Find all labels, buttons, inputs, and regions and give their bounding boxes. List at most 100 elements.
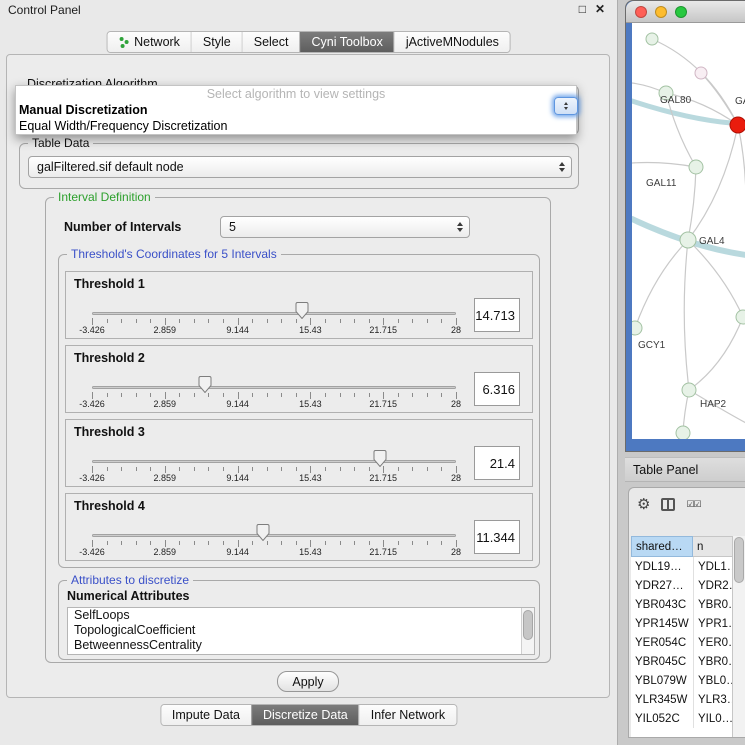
network-graph[interactable]: GAL80GAGAL11GAL4GCY1HAP2 xyxy=(632,23,745,439)
close-traffic-light[interactable] xyxy=(635,6,647,18)
table-data-combobox[interactable]: galFiltered.sif default node xyxy=(28,156,572,178)
column-header-name[interactable]: n xyxy=(693,536,733,557)
slider-thumb[interactable] xyxy=(257,524,270,541)
table-row[interactable]: YPR145WYPR1… xyxy=(631,614,733,633)
table-row[interactable]: YBR045CYBR0… xyxy=(631,652,733,671)
table-row[interactable]: YER054CYER0… xyxy=(631,633,733,652)
float-window-icon[interactable]: □ xyxy=(579,2,586,16)
algorithm-option-manual-discretization[interactable]: Manual Discretization xyxy=(16,102,576,118)
tab-select[interactable]: Select xyxy=(242,32,300,52)
table-data-legend: Table Data xyxy=(28,136,93,150)
table-panel-title: Table Panel xyxy=(633,463,698,477)
cell-name: YDR2… xyxy=(693,576,733,595)
table-scrollbar-thumb[interactable] xyxy=(734,537,744,583)
attribute-item[interactable]: TopologicalCoefficient xyxy=(68,623,534,638)
slider-thumb[interactable] xyxy=(373,450,386,467)
network-node[interactable] xyxy=(695,67,707,79)
numerical-attributes-list[interactable]: SelfLoopsTopologicalCoefficientBetweenne… xyxy=(67,607,535,655)
apply-button[interactable]: Apply xyxy=(277,671,339,692)
network-node[interactable] xyxy=(689,160,703,174)
algorithm-combo-arrows[interactable] xyxy=(554,97,578,115)
network-node[interactable] xyxy=(676,426,690,439)
threshold-value-field[interactable]: 11.344 xyxy=(474,520,520,554)
network-node[interactable] xyxy=(632,321,642,335)
scale-label: -3.426 xyxy=(79,325,105,335)
network-edge xyxy=(688,167,696,240)
attributes-scrollbar-thumb[interactable] xyxy=(523,610,533,640)
cell-shared-name: YER054C xyxy=(631,637,693,649)
threshold-box: Threshold 2-3.4262.8599.14415.4321.71528… xyxy=(65,345,533,413)
close-icon[interactable]: ✕ xyxy=(595,2,605,16)
minimize-traffic-light[interactable] xyxy=(655,6,667,18)
table-panel-window: ⚙ ☑☑ shared… n YDL19…YDL1…YDR27…YDR2…YBR… xyxy=(628,487,745,738)
table-row[interactable]: YLR345WYLR3… xyxy=(631,690,733,709)
thresholds-container: Threshold 1 -3.4262.8599.14415.4321.71528… xyxy=(59,255,539,567)
cell-shared-name: YBR043C xyxy=(631,599,693,611)
node-label: GA xyxy=(735,96,745,107)
algorithm-placeholder: Select algorithm to view settings xyxy=(16,87,576,102)
select-columns-icon[interactable]: ☑☑ xyxy=(686,499,700,510)
threshold-box: Threshold 1 -3.4262.8599.14415.4321.71528… xyxy=(65,271,533,339)
gear-icon[interactable]: ⚙ xyxy=(637,497,650,512)
cyni-toolbox-panel: Discretization Algorithm Table Data galF… xyxy=(6,54,610,698)
network-canvas[interactable]: GAL80GAGAL11GAL4GCY1HAP2 xyxy=(632,23,745,439)
network-node[interactable] xyxy=(682,383,696,397)
table-rows: YDL19…YDL1…YDR27…YDR2…YBR043CYBR0…YPR145… xyxy=(631,557,733,728)
table-toolbar: ⚙ ☑☑ xyxy=(637,494,701,514)
table-row[interactable]: YBR043CYBR0… xyxy=(631,595,733,614)
threshold-slider[interactable]: -3.4262.8599.14415.4321.71528 xyxy=(92,298,456,338)
tab-jactivemnodules[interactable]: jActiveMNodules xyxy=(394,32,510,52)
column-header-shared-name[interactable]: shared… xyxy=(631,536,693,557)
table-row[interactable]: YIL052CYIL0… xyxy=(631,709,733,728)
node-label: HAP2 xyxy=(700,399,727,410)
threshold-value-field[interactable]: 6.316 xyxy=(474,372,520,406)
table-row[interactable]: YDR27…YDR2… xyxy=(631,576,733,595)
columns-icon[interactable] xyxy=(661,498,675,511)
number-of-intervals-combobox[interactable]: 5 xyxy=(220,216,470,238)
scale-label: 28 xyxy=(451,547,461,557)
scale-label: 2.859 xyxy=(154,399,177,409)
zoom-traffic-light[interactable] xyxy=(675,6,687,18)
table-scrollbar[interactable] xyxy=(732,536,745,737)
slider-thumb[interactable] xyxy=(198,376,211,393)
slider-scale: -3.4262.8599.14415.4321.71528 xyxy=(92,325,456,336)
table-row[interactable]: YBL079WYBL0… xyxy=(631,671,733,690)
tab-label: Cyni Toolbox xyxy=(311,35,382,49)
table-data-value: galFiltered.sif default node xyxy=(37,160,184,174)
tab-style[interactable]: Style xyxy=(191,32,242,52)
attribute-item[interactable]: SelfLoops xyxy=(68,608,534,623)
network-titlebar[interactable] xyxy=(626,1,745,23)
slider-ticks xyxy=(92,465,456,473)
tab-impute-data[interactable]: Impute Data xyxy=(161,705,251,725)
threshold-value-field[interactable]: 21.4 xyxy=(474,446,520,480)
tab-label: Select xyxy=(254,35,289,49)
attribute-item[interactable]: BetweennessCentrality xyxy=(68,638,534,653)
window-title: Control Panel xyxy=(0,3,81,17)
network-node[interactable] xyxy=(730,117,745,133)
threshold-slider[interactable]: -3.4262.8599.14415.4321.71528 xyxy=(92,372,456,412)
network-edge xyxy=(635,240,688,328)
network-node[interactable] xyxy=(736,310,745,324)
threshold-label: Threshold 1 xyxy=(74,277,145,291)
table-row[interactable]: YDL19…YDL1… xyxy=(631,557,733,576)
attributes-scrollbar[interactable] xyxy=(521,608,534,654)
thresholds-group: Threshold's Coordinates for 5 Intervals … xyxy=(58,254,540,568)
scale-label: 15.43 xyxy=(299,399,322,409)
network-edge xyxy=(632,163,696,168)
tab-cyni-toolbox[interactable]: Cyni Toolbox xyxy=(299,32,393,52)
threshold-slider[interactable]: -3.4262.8599.14415.4321.71528 xyxy=(92,520,456,560)
scale-label: 21.715 xyxy=(369,399,397,409)
tab-discretize-data[interactable]: Discretize Data xyxy=(251,705,359,725)
combo-arrows-icon xyxy=(457,222,463,232)
slider-thumb[interactable] xyxy=(296,302,309,319)
algorithm-option-equal-width-frequency-discretization[interactable]: Equal Width/Frequency Discretization xyxy=(16,118,576,134)
scale-label: 28 xyxy=(451,399,461,409)
network-node[interactable] xyxy=(646,33,658,45)
slider-track xyxy=(92,312,456,315)
threshold-value-field[interactable]: 14.713 xyxy=(474,298,520,332)
threshold-slider[interactable]: -3.4262.8599.14415.4321.71528 xyxy=(92,446,456,486)
tab-network[interactable]: Network xyxy=(107,32,191,52)
network-node[interactable] xyxy=(680,232,696,248)
tab-infer-network[interactable]: Infer Network xyxy=(359,705,456,725)
scale-label: 15.43 xyxy=(299,325,322,335)
